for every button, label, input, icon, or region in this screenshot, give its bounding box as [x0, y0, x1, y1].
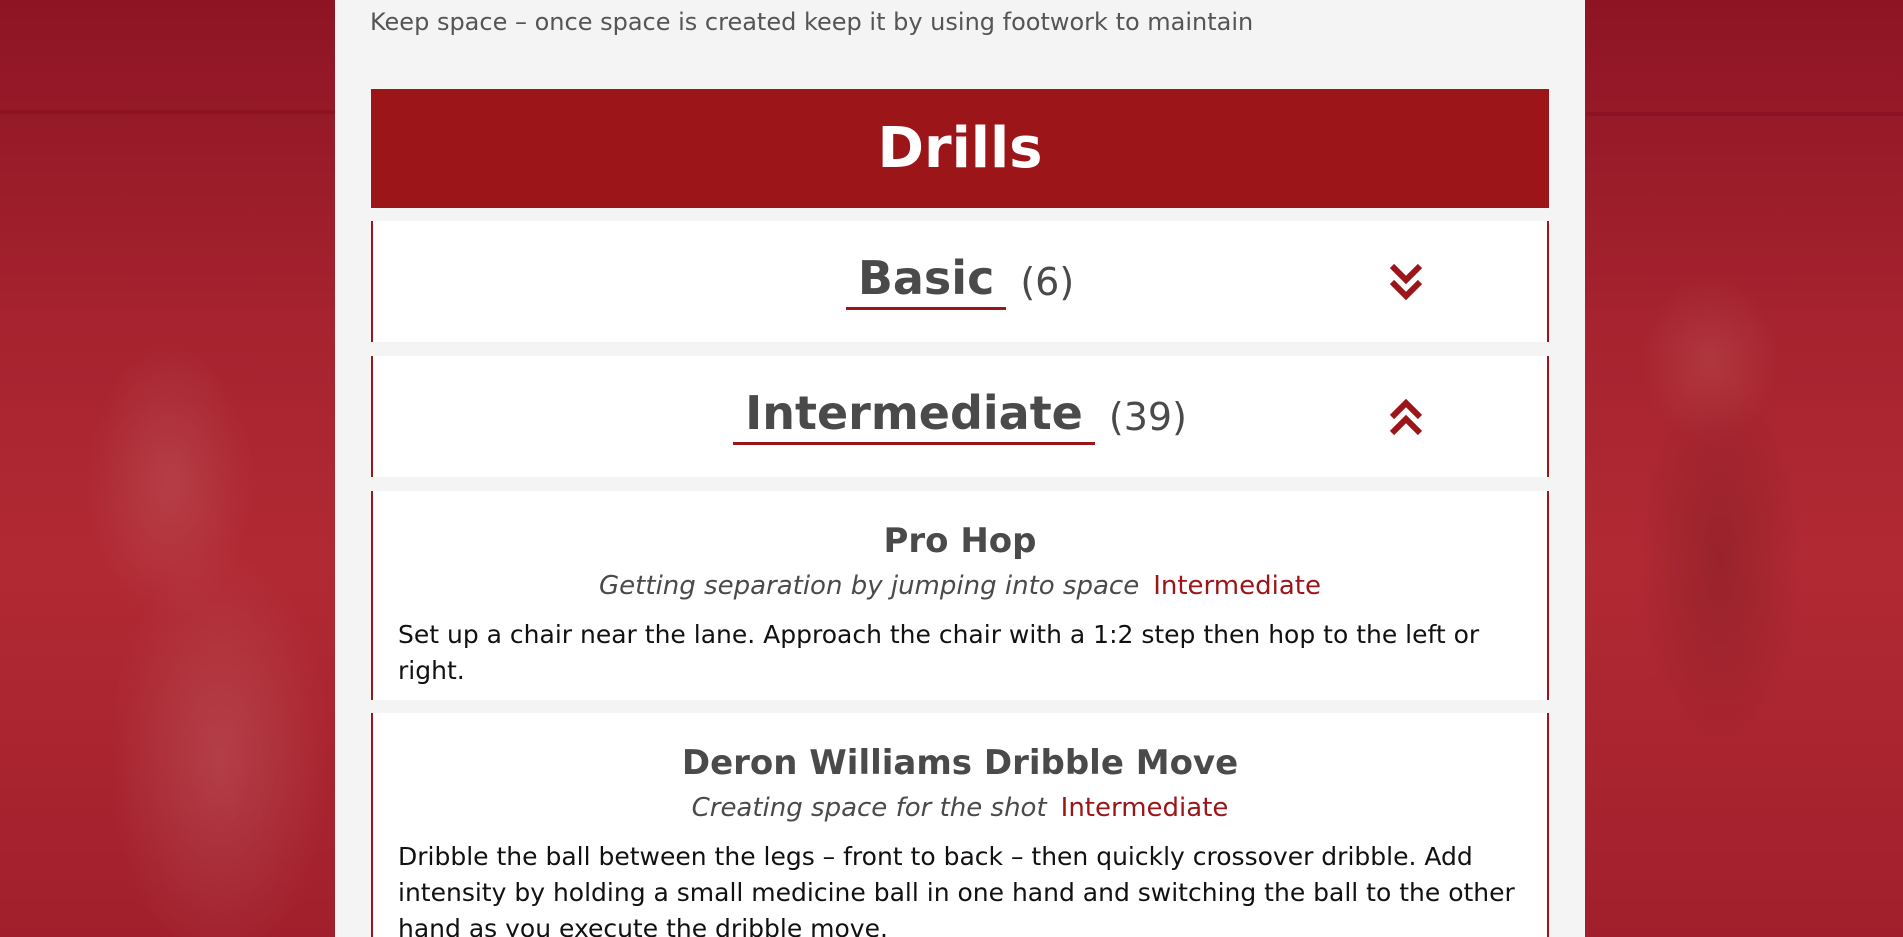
double-chevron-down-icon[interactable]	[1389, 260, 1423, 304]
drill-title: Deron Williams Dribble Move	[681, 743, 1239, 783]
category-name[interactable]: Basic	[845, 253, 1007, 311]
drill-tagline: Getting separation by jumping into space	[599, 571, 1140, 601]
drill-subtitle: Creating space for the shot Intermediate	[373, 793, 1547, 823]
drill-tagline: Creating space for the shot	[691, 793, 1047, 823]
intro-text: Keep space – once space is created keep …	[370, 8, 1254, 36]
category-title: Basic (6)	[373, 221, 1547, 342]
drill-description: Set up a chair near the lane. Approach t…	[398, 620, 1480, 685]
drill-subtitle: Getting separation by jumping into space…	[373, 571, 1547, 601]
background-detail	[1586, 112, 1903, 116]
drill-level[interactable]: Intermediate	[1061, 793, 1229, 823]
category-count: (6)	[1020, 259, 1075, 304]
category-count: (39)	[1108, 394, 1187, 439]
drill-title: Pro Hop	[883, 521, 1037, 561]
drill-level[interactable]: Intermediate	[1153, 571, 1321, 601]
category-intermediate[interactable]: Intermediate (39)	[371, 356, 1549, 477]
drill-description: Dribble the ball between the legs – fron…	[398, 842, 1515, 937]
category-basic[interactable]: Basic (6)	[371, 221, 1549, 342]
double-chevron-up-icon[interactable]	[1389, 395, 1423, 439]
content-column: Keep space – once space is created keep …	[335, 0, 1585, 937]
drill-card: Pro Hop Getting separation by jumping in…	[371, 491, 1549, 700]
section-title: Drills	[877, 116, 1043, 181]
drill-card: Deron Williams Dribble Move Creating spa…	[371, 713, 1549, 937]
category-title: Intermediate (39)	[373, 356, 1547, 477]
background-detail	[0, 110, 335, 114]
drills-header: Drills	[371, 89, 1549, 208]
category-name[interactable]: Intermediate	[733, 388, 1095, 446]
